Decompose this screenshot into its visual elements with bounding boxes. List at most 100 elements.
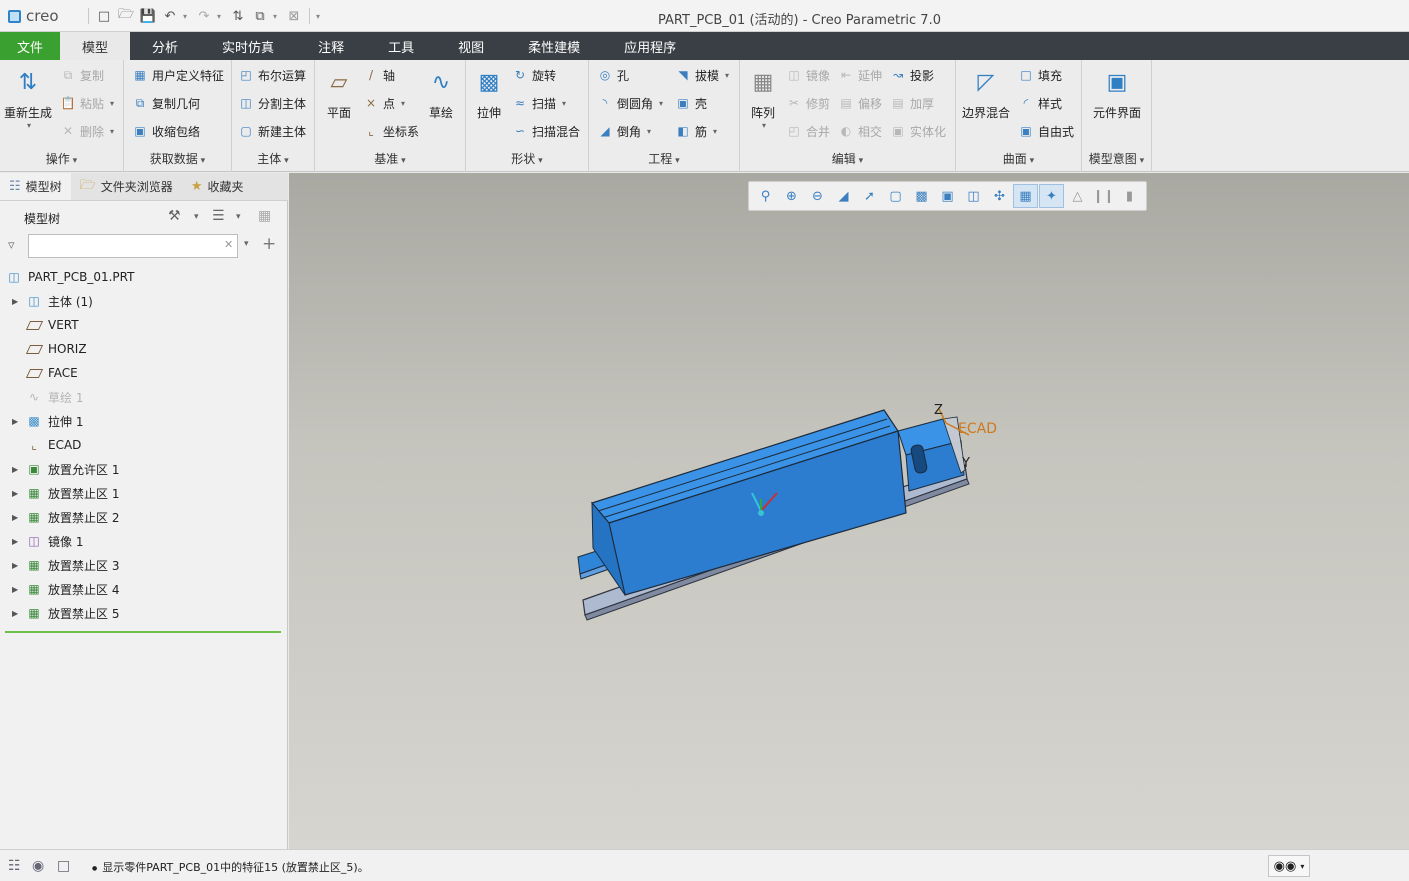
insert-indicator[interactable] bbox=[5, 631, 281, 633]
solidify-button[interactable]: ▣ 实体化 bbox=[890, 121, 946, 141]
tree-node-keep-out-5[interactable]: ▶ ▦ 放置禁止区 5 bbox=[0, 601, 288, 625]
chevron-down-icon[interactable]: ▾ bbox=[244, 239, 249, 249]
expand-icon[interactable]: ▶ bbox=[12, 585, 22, 594]
tab-folder-browser[interactable]: 🗁 文件夹浏览器 bbox=[71, 173, 182, 200]
point-button[interactable]: × 点 ▾ bbox=[363, 93, 405, 113]
expand-icon[interactable]: ▶ bbox=[12, 417, 22, 426]
group-label-shapes[interactable]: 形状 bbox=[466, 150, 588, 167]
group-label-get-data[interactable]: 获取数据 bbox=[124, 150, 231, 167]
group-label-model-intent[interactable]: 模型意图 bbox=[1082, 150, 1151, 167]
group-label-datum[interactable]: 基准 bbox=[315, 150, 465, 167]
tab-live-simulation[interactable]: 实时仿真 bbox=[200, 32, 296, 60]
tab-file[interactable]: 文件 bbox=[0, 32, 61, 60]
sketch-button[interactable]: ∿ 草绘 bbox=[423, 66, 459, 121]
axis-button[interactable]: / 轴 bbox=[363, 65, 395, 85]
group-label-body[interactable]: 主体 bbox=[232, 150, 314, 167]
tree-node-mirror[interactable]: ▶ ◫ 镜像 1 bbox=[0, 529, 288, 553]
expand-icon[interactable]: ▶ bbox=[12, 297, 22, 306]
tree-node-body[interactable]: ▶ ◫ 主体 (1) bbox=[0, 289, 288, 313]
pattern-button[interactable]: ▦ 阵列 ▾ bbox=[746, 66, 780, 131]
tree-node-part[interactable]: ◫ PART_PCB_01.PRT bbox=[0, 265, 288, 289]
chevron-down-icon[interactable]: ▾ bbox=[194, 212, 199, 222]
tree-node-extrude[interactable]: ▶ ▩ 拉伸 1 bbox=[0, 409, 288, 433]
chevron-down-icon[interactable]: ▾ bbox=[236, 212, 241, 222]
show-icon[interactable]: ☰ bbox=[212, 208, 225, 224]
component-interface-button[interactable]: ▣ 元件界面 bbox=[1086, 66, 1148, 121]
full-screen-icon[interactable]: □ bbox=[57, 858, 70, 874]
expand-icon[interactable]: ▶ bbox=[12, 537, 22, 546]
freestyle-button[interactable]: ▣ 自由式 bbox=[1018, 121, 1074, 141]
chamfer-button[interactable]: ◢ 倒角 ▾ bbox=[597, 121, 651, 141]
tab-flexible-modeling[interactable]: 柔性建模 bbox=[506, 32, 602, 60]
tab-applications[interactable]: 应用程序 bbox=[602, 32, 698, 60]
tab-model[interactable]: 模型 bbox=[60, 32, 131, 60]
extrude-button[interactable]: ▩ 拉伸 bbox=[472, 66, 506, 121]
swept-blend-button[interactable]: ∽ 扫描混合 bbox=[512, 121, 580, 141]
round-button[interactable]: ◝ 倒圆角 ▾ bbox=[597, 93, 663, 113]
delete-button[interactable]: ✕ 删除 ▾ bbox=[60, 121, 114, 141]
tab-tools[interactable]: 工具 bbox=[366, 32, 436, 60]
tab-favorites[interactable]: ★ 收藏夹 bbox=[182, 173, 253, 200]
clear-icon[interactable]: ✕ bbox=[224, 238, 233, 251]
rib-button[interactable]: ◧ 筋 ▾ bbox=[675, 121, 717, 141]
merge-button[interactable]: ◰ 合并 bbox=[786, 121, 830, 141]
offset-button[interactable]: ▤ 偏移 bbox=[838, 93, 882, 113]
browser-toggle-icon[interactable]: ◉ bbox=[32, 858, 44, 874]
csys-button[interactable]: ⌞ 坐标系 bbox=[363, 121, 419, 141]
expand-icon[interactable]: ▶ bbox=[12, 609, 22, 618]
boolean-button[interactable]: ◰ 布尔运算 bbox=[238, 65, 306, 85]
expand-icon[interactable]: ▶ bbox=[12, 561, 22, 570]
navigator-toggle-icon[interactable]: ☷ bbox=[8, 858, 21, 874]
tree-node-sketch[interactable]: ∿ 草绘 1 bbox=[0, 385, 288, 409]
mirror-button[interactable]: ◫ 镜像 bbox=[786, 65, 830, 85]
regenerate-button[interactable]: ⇅ 重新生成 ▾ bbox=[2, 66, 54, 131]
tab-annotate[interactable]: 注释 bbox=[296, 32, 366, 60]
tree-node-keep-out-1[interactable]: ▶ ▦ 放置禁止区 1 bbox=[0, 481, 288, 505]
tab-view[interactable]: 视图 bbox=[436, 32, 506, 60]
thicken-button[interactable]: ▤ 加厚 bbox=[890, 93, 934, 113]
group-label-surfaces[interactable]: 曲面 bbox=[956, 150, 1081, 167]
intersect-button[interactable]: ◐ 相交 bbox=[838, 121, 882, 141]
plane-button[interactable]: ▱ 平面 bbox=[321, 66, 357, 121]
group-label-engineering[interactable]: 工程 bbox=[589, 150, 739, 167]
group-label-operations[interactable]: 操作 bbox=[0, 150, 123, 167]
shrinkwrap-button[interactable]: ▣ 收缩包络 bbox=[132, 121, 200, 141]
tree-node-keep-out-3[interactable]: ▶ ▦ 放置禁止区 3 bbox=[0, 553, 288, 577]
tree-node-keep-out-4[interactable]: ▶ ▦ 放置禁止区 4 bbox=[0, 577, 288, 601]
split-body-button[interactable]: ◫ 分割主体 bbox=[238, 93, 306, 113]
tab-analysis[interactable]: 分析 bbox=[130, 32, 200, 60]
tree-node-ecad[interactable]: ⌞ ECAD bbox=[0, 433, 288, 457]
copy-geometry-button[interactable]: ⧉ 复制几何 bbox=[132, 93, 200, 113]
group-label-editing[interactable]: 编辑 bbox=[740, 150, 955, 167]
graphics-window[interactable]: ⚲ ⊕ ⊖ ◢ ➚ ▢ ▩ ▣ ◫ ✣ ▦ ✦ △ ❙❙ ▮ Z Y ECAD bbox=[289, 173, 1409, 849]
copy-button[interactable]: ⧉ 复制 bbox=[60, 65, 104, 85]
tree-node-keep-in-1[interactable]: ▶ ▣ 放置允许区 1 bbox=[0, 457, 288, 481]
boundary-blend-button[interactable]: ◸ 边界混合 bbox=[960, 66, 1012, 121]
revolve-button[interactable]: ↻ 旋转 bbox=[512, 65, 556, 85]
paste-button[interactable]: 📋 粘贴 ▾ bbox=[60, 93, 115, 113]
find-button[interactable]: ◉◉ ▾ bbox=[1268, 855, 1310, 877]
tree-search-input[interactable] bbox=[28, 234, 238, 258]
tab-model-tree[interactable]: ☷ 模型树 bbox=[0, 173, 71, 200]
sweep-button[interactable]: ≈ 扫描 ▾ bbox=[512, 93, 566, 113]
udf-button[interactable]: ▦ 用户定义特征 bbox=[132, 65, 224, 85]
project-button[interactable]: ↝ 投影 bbox=[890, 65, 934, 85]
expand-icon[interactable]: ▶ bbox=[12, 465, 22, 474]
style-button[interactable]: ◜ 样式 bbox=[1018, 93, 1062, 113]
tree-columns-icon[interactable]: ▦ bbox=[258, 208, 271, 224]
trim-button[interactable]: ✂ 修剪 bbox=[786, 93, 830, 113]
pcb-model[interactable]: Z Y ECAD bbox=[289, 173, 1409, 849]
draft-button[interactable]: ◥ 拔模 ▾ bbox=[675, 65, 729, 85]
tree-node-keep-out-2[interactable]: ▶ ▦ 放置禁止区 2 bbox=[0, 505, 288, 529]
add-icon[interactable]: + bbox=[262, 234, 276, 254]
expand-icon[interactable]: ▶ bbox=[12, 489, 22, 498]
tree-settings-icon[interactable]: ⚒ bbox=[168, 208, 181, 224]
tree-node-face[interactable]: FACE bbox=[0, 361, 288, 385]
extend-button[interactable]: ⇤ 延伸 bbox=[838, 65, 882, 85]
tree-node-vert[interactable]: VERT bbox=[0, 313, 288, 337]
new-body-button[interactable]: ▢ 新建主体 bbox=[238, 121, 306, 141]
expand-icon[interactable]: ▶ bbox=[12, 513, 22, 522]
hole-button[interactable]: ◎ 孔 bbox=[597, 65, 629, 85]
fill-button[interactable]: □ 填充 bbox=[1018, 65, 1062, 85]
tree-node-horiz[interactable]: HORIZ bbox=[0, 337, 288, 361]
